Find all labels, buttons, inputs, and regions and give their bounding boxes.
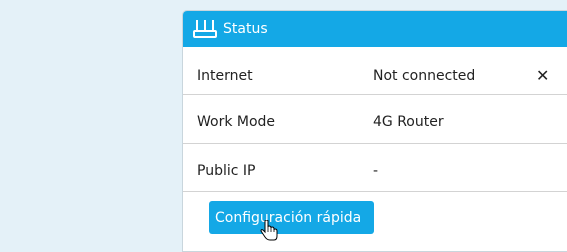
quick-setup-button[interactable]: Configuración rápida bbox=[209, 201, 374, 234]
status-panel: Status Internet Not connected ✕ Work Mod… bbox=[182, 10, 567, 252]
public-ip-row: Public IP - bbox=[183, 150, 567, 192]
hand-cursor-icon bbox=[260, 220, 278, 241]
public-ip-label: Public IP bbox=[197, 162, 256, 179]
router-icon bbox=[193, 18, 217, 40]
status-title: Status bbox=[223, 21, 268, 37]
work-mode-label: Work Mode bbox=[197, 114, 276, 130]
work-mode-value: 4G Router bbox=[373, 114, 444, 130]
public-ip-value: - bbox=[373, 162, 379, 179]
internet-row: Internet Not connected ✕ bbox=[183, 57, 567, 95]
internet-label: Internet bbox=[197, 67, 253, 84]
work-mode-row: Work Mode 4G Router bbox=[183, 101, 567, 144]
internet-value: Not connected bbox=[373, 67, 476, 84]
status-panel-header: Status bbox=[183, 11, 567, 47]
close-icon[interactable]: ✕ bbox=[536, 66, 549, 85]
